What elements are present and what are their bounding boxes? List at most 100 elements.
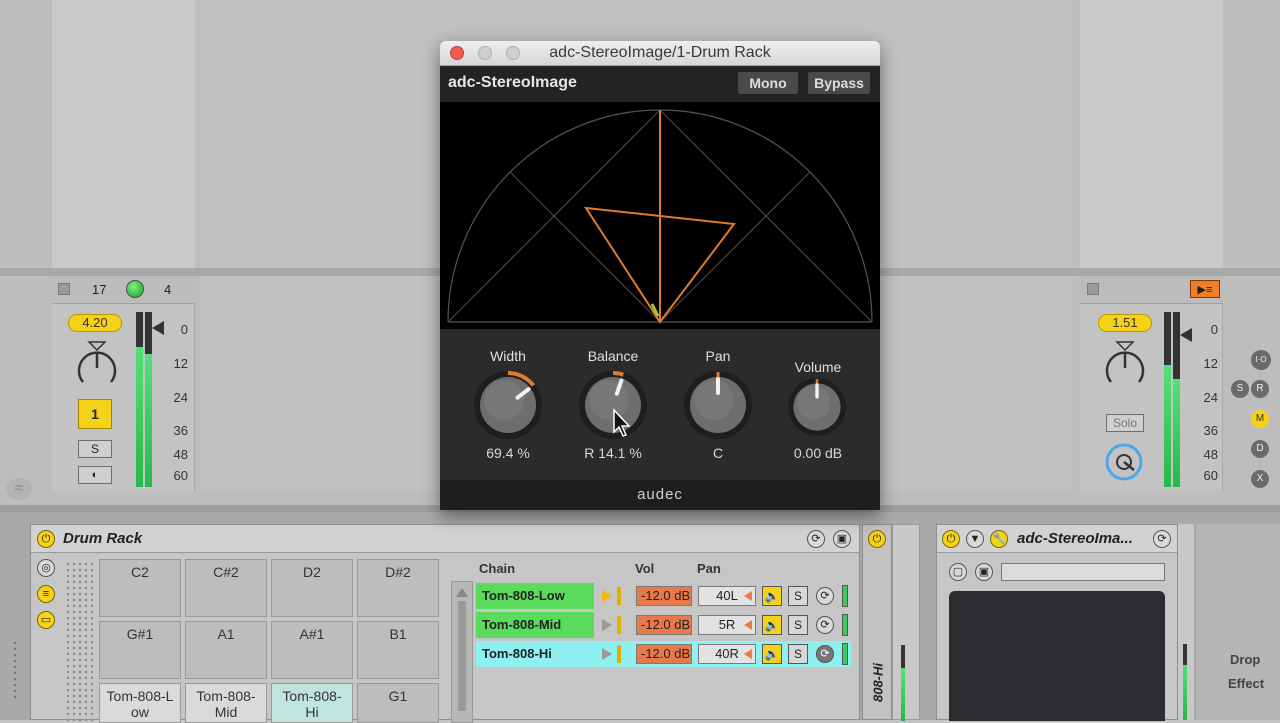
stop-clip-button[interactable] — [58, 283, 70, 295]
chain-pan-arrow-icon — [744, 591, 752, 601]
chain-solo-button[interactable]: S — [788, 644, 808, 664]
drum-pad[interactable]: C2 — [99, 559, 181, 617]
io-toggle-button[interactable]: I·O — [1251, 350, 1271, 370]
drum-pad-tom-hi[interactable]: Tom-808-Hi — [271, 683, 353, 723]
master-pan-knob-icon[interactable] — [1102, 340, 1148, 390]
pan-knob[interactable] — [680, 367, 756, 443]
pad-label: Tom-808-Hi — [282, 688, 342, 720]
mixer-toggle-button[interactable]: M — [1251, 410, 1269, 428]
pad-overview-grid[interactable] — [65, 561, 93, 721]
drum-pad[interactable]: B1 — [357, 621, 439, 679]
master-volume-value[interactable]: 1.51 — [1098, 314, 1152, 332]
chain-list-toggle-icon[interactable]: ≡ — [37, 585, 55, 603]
drum-pad[interactable]: C#2 — [185, 559, 267, 617]
width-knob[interactable] — [470, 367, 546, 443]
plugin-edit-wrench-icon[interactable]: 🔧 — [990, 530, 1008, 548]
chain-play-icon[interactable] — [602, 590, 612, 602]
window-title: adc-StereoImage/1-Drum Rack — [549, 44, 771, 61]
chain-row[interactable]: Tom-808-Mid -12.0 dB 5R 🔈 S ⟳ — [476, 612, 851, 638]
drum-pad-tom-mid[interactable]: Tom-808-Mid — [185, 683, 267, 723]
chain-list-scrollbar[interactable] — [451, 581, 473, 723]
scene-launch-icon[interactable]: ▶≡ — [1190, 280, 1220, 298]
chain-mini-meter — [617, 645, 621, 663]
drum-pad[interactable]: G#1 — [99, 621, 181, 679]
volume-knob[interactable] — [785, 375, 849, 439]
device-list-toggle-icon[interactable]: ▭ — [37, 611, 55, 629]
chain-speaker-icon[interactable]: 🔈 — [762, 586, 782, 606]
hot-swap-icon[interactable]: ⟳ — [807, 530, 825, 548]
chain-meter — [901, 645, 905, 721]
knob-panel: Width Balance Pan Volume 69.4 % R 14.1 %… — [440, 329, 880, 480]
chain-solo-button[interactable]: S — [788, 586, 808, 606]
chain-hot-swap-icon[interactable]: ⟳ — [816, 645, 834, 663]
zoom-icon[interactable] — [506, 46, 520, 60]
solo-cue-button[interactable]: Solo — [1106, 414, 1144, 432]
chain-speaker-icon[interactable]: 🔈 — [762, 644, 782, 664]
balance-value: R 14.1 % — [584, 445, 642, 461]
volume-label: Volume — [794, 359, 842, 375]
drum-pad[interactable]: D#2 — [357, 559, 439, 617]
mixer-label: M — [1255, 413, 1265, 424]
db-tick: 12 — [173, 356, 188, 371]
plugin-preset-field[interactable] — [1001, 563, 1165, 581]
db-tick: 36 — [1203, 423, 1218, 438]
chain-device-power-button[interactable]: ⏻ — [868, 530, 886, 548]
track-volume-value[interactable]: 4.20 — [68, 314, 122, 332]
stereo-scope-display — [440, 102, 880, 329]
sends-toggle-button[interactable]: S — [1231, 380, 1249, 398]
chain-hot-swap-icon[interactable]: ⟳ — [816, 587, 834, 605]
master-meter-left — [1164, 312, 1171, 487]
delay-toggle-button[interactable]: D — [1251, 440, 1269, 458]
chain-speaker-icon[interactable]: 🔈 — [762, 615, 782, 635]
drop-effects-area[interactable]: Drop Effect — [1196, 524, 1280, 720]
returns-toggle-button[interactable]: R — [1251, 380, 1269, 398]
chain-solo-button[interactable]: S — [788, 615, 808, 635]
minimize-icon[interactable] — [478, 46, 492, 60]
chain-play-icon[interactable] — [602, 619, 612, 631]
clip-slot[interactable] — [52, 0, 195, 268]
drum-pad[interactable]: D2 — [271, 559, 353, 617]
stereo-hot-swap-icon[interactable]: ⟳ — [1153, 530, 1171, 548]
save-preset-icon[interactable]: ▣ — [833, 530, 851, 548]
chain-name[interactable]: Tom-808-Low — [476, 583, 594, 609]
stereo-device-meter — [1183, 644, 1187, 720]
drum-pad[interactable]: A1 — [185, 621, 267, 679]
crossfader-toggle-button[interactable]: X — [1251, 470, 1269, 488]
device-view-left-dots — [12, 640, 18, 700]
plugin-preset-save-icon[interactable]: ▣ — [975, 563, 993, 581]
cue-volume-knob-icon[interactable] — [1102, 440, 1146, 484]
chain-name[interactable]: Tom-808-Mid — [476, 612, 594, 638]
stop-all-clips-button[interactable] — [1087, 283, 1099, 295]
drum-pad[interactable]: A#1 — [271, 621, 353, 679]
pan-knob-icon[interactable] — [74, 340, 120, 390]
pad-label: G1 — [388, 688, 408, 704]
chain-volume[interactable]: -12.0 dB — [636, 586, 692, 606]
chain-hot-swap-icon[interactable]: ⟳ — [816, 616, 834, 634]
chain-play-icon[interactable] — [602, 648, 612, 660]
stereo-device-power-button[interactable]: ⏻ — [942, 530, 960, 548]
arm-icon[interactable]: ◐ — [78, 466, 112, 484]
chain-row[interactable]: Tom-808-Low -12.0 dB 40L 🔈 S ⟳ — [476, 583, 851, 609]
drum-pad-tom-low[interactable]: Tom-808-Low — [99, 683, 181, 723]
crossfader-label: X — [1256, 473, 1264, 484]
drop-label: Drop — [1230, 652, 1261, 667]
chain-mini-meter — [617, 587, 621, 605]
clip-slot[interactable] — [1080, 0, 1223, 268]
close-icon[interactable] — [450, 46, 464, 60]
stereo-device-title: adc-StereoIma... — [1017, 530, 1133, 547]
track-activator-button[interactable]: 1 — [78, 399, 112, 429]
sends-label: S — [1236, 383, 1244, 394]
plugin-window-toggle-icon[interactable]: ▢ — [949, 563, 967, 581]
device-power-button[interactable]: ⏻ — [37, 530, 55, 548]
drum-pad[interactable]: G1 — [357, 683, 439, 723]
chain-volume[interactable]: -12.0 dB — [636, 644, 692, 664]
collapse-device-icon[interactable]: ▼ — [966, 530, 984, 548]
session-toggle-icon[interactable]: ≈ — [6, 478, 32, 500]
chain-name[interactable]: Tom-808-Hi — [476, 641, 594, 667]
solo-button[interactable]: S — [78, 440, 112, 458]
chain-row-selected[interactable]: Tom-808-Hi -12.0 dB 40R 🔈 S ⟳ — [476, 641, 851, 667]
bypass-button[interactable]: Bypass — [808, 72, 870, 94]
chain-volume[interactable]: -12.0 dB — [636, 615, 692, 635]
mono-button[interactable]: Mono — [738, 72, 798, 94]
macro-toggle-icon[interactable]: ◎ — [37, 559, 55, 577]
